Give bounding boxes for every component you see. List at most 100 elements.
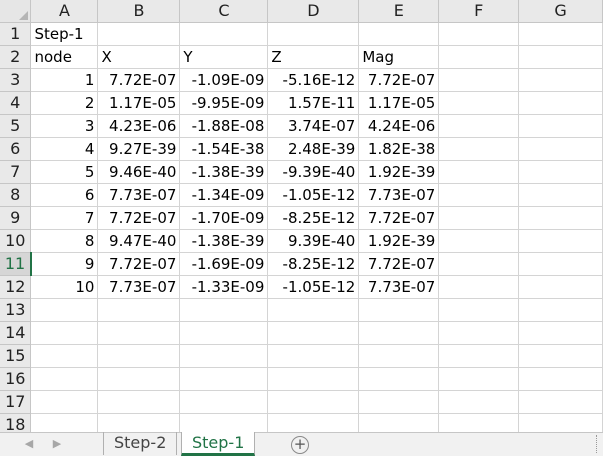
cell-b1[interactable] xyxy=(97,22,181,46)
cell-d9[interactable]: -8.25E-12 xyxy=(267,206,360,230)
cell-f6[interactable] xyxy=(438,137,520,161)
cell-f4[interactable] xyxy=(438,91,520,115)
cell-a15[interactable] xyxy=(30,344,99,368)
cell-c3[interactable]: -1.09E-09 xyxy=(179,68,269,92)
cell-a5[interactable]: 3 xyxy=(30,114,99,138)
cell-c8[interactable]: -1.34E-09 xyxy=(179,183,269,207)
cell-f9[interactable] xyxy=(438,206,520,230)
cell-g3[interactable] xyxy=(518,68,603,92)
cell-g4[interactable] xyxy=(518,91,603,115)
row-header[interactable]: 11 xyxy=(0,252,32,276)
cell-e1[interactable] xyxy=(358,22,440,46)
row-header[interactable]: 4 xyxy=(0,91,32,115)
row-header[interactable]: 1 xyxy=(0,22,32,46)
cell-c6[interactable]: -1.54E-38 xyxy=(179,137,269,161)
cell-f13[interactable] xyxy=(438,298,520,322)
cell-d13[interactable] xyxy=(267,298,360,322)
cell-g11[interactable] xyxy=(518,252,603,276)
cell-c2[interactable]: Y xyxy=(179,45,269,69)
cell-e17[interactable] xyxy=(358,390,440,414)
tab-splitter-handle[interactable] xyxy=(596,435,599,453)
cell-d4[interactable]: 1.57E-11 xyxy=(267,91,360,115)
cell-e10[interactable]: 1.92E-39 xyxy=(358,229,440,253)
cell-f1[interactable] xyxy=(438,22,520,46)
cell-f14[interactable] xyxy=(438,321,520,345)
row-header[interactable]: 12 xyxy=(0,275,32,299)
cell-f5[interactable] xyxy=(438,114,520,138)
cell-a1[interactable]: Step-1 xyxy=(30,22,99,46)
cell-d17[interactable] xyxy=(267,390,360,414)
row-header[interactable]: 8 xyxy=(0,183,32,207)
cell-e7[interactable]: 1.92E-39 xyxy=(358,160,440,184)
row-header[interactable]: 6 xyxy=(0,137,32,161)
cell-a17[interactable] xyxy=(30,390,99,414)
cell-a16[interactable] xyxy=(30,367,99,391)
cell-c14[interactable] xyxy=(179,321,269,345)
cell-a2[interactable]: node xyxy=(30,45,99,69)
cell-d12[interactable]: -1.05E-12 xyxy=(267,275,360,299)
cell-c9[interactable]: -1.70E-09 xyxy=(179,206,269,230)
cell-a7[interactable]: 5 xyxy=(30,160,99,184)
column-header-a[interactable]: A xyxy=(30,0,99,23)
cell-a3[interactable]: 1 xyxy=(30,68,99,92)
cell-b10[interactable]: 9.47E-40 xyxy=(97,229,181,253)
cell-f17[interactable] xyxy=(438,390,520,414)
cell-e16[interactable] xyxy=(358,367,440,391)
cell-e2[interactable]: Mag xyxy=(358,45,440,69)
cell-e13[interactable] xyxy=(358,298,440,322)
cell-e4[interactable]: 1.17E-05 xyxy=(358,91,440,115)
column-header-f[interactable]: F xyxy=(438,0,520,23)
cell-f12[interactable] xyxy=(438,275,520,299)
cell-e3[interactable]: 7.72E-07 xyxy=(358,68,440,92)
cell-e15[interactable] xyxy=(358,344,440,368)
cell-a4[interactable]: 2 xyxy=(30,91,99,115)
column-header-g[interactable]: G xyxy=(518,0,603,23)
cell-b5[interactable]: 4.23E-06 xyxy=(97,114,181,138)
cell-a11[interactable]: 9 xyxy=(30,252,99,276)
spreadsheet-grid[interactable]: ABCDEFG 1 Step-1 2 node X Y Z Mag 3 1 7.72E-07 -1.0… xyxy=(0,0,603,437)
column-header-c[interactable]: C xyxy=(179,0,269,23)
cell-c5[interactable]: -1.88E-08 xyxy=(179,114,269,138)
cell-g1[interactable] xyxy=(518,22,603,46)
scroll-right-icon[interactable]: ▶ xyxy=(50,436,64,452)
column-header-d[interactable]: D xyxy=(267,0,360,23)
cell-g5[interactable] xyxy=(518,114,603,138)
scroll-left-icon[interactable]: ◀ xyxy=(22,436,36,452)
cell-d1[interactable] xyxy=(267,22,360,46)
cell-e12[interactable]: 7.73E-07 xyxy=(358,275,440,299)
cell-a9[interactable]: 7 xyxy=(30,206,99,230)
sheet-tab-step-2[interactable]: Step-2 xyxy=(103,432,178,455)
cell-b8[interactable]: 7.73E-07 xyxy=(97,183,181,207)
cell-c4[interactable]: -9.95E-09 xyxy=(179,91,269,115)
cell-d7[interactable]: -9.39E-40 xyxy=(267,160,360,184)
row-header[interactable]: 5 xyxy=(0,114,32,138)
cell-c17[interactable] xyxy=(179,390,269,414)
cell-e9[interactable]: 7.72E-07 xyxy=(358,206,440,230)
cell-d2[interactable]: Z xyxy=(267,45,360,69)
cell-b9[interactable]: 7.72E-07 xyxy=(97,206,181,230)
cell-b6[interactable]: 9.27E-39 xyxy=(97,137,181,161)
cell-b12[interactable]: 7.73E-07 xyxy=(97,275,181,299)
cell-g13[interactable] xyxy=(518,298,603,322)
cell-g7[interactable] xyxy=(518,160,603,184)
cell-a12[interactable]: 10 xyxy=(30,275,99,299)
row-header[interactable]: 17 xyxy=(0,390,32,414)
cell-e14[interactable] xyxy=(358,321,440,345)
cell-g10[interactable] xyxy=(518,229,603,253)
add-sheet-icon[interactable]: + xyxy=(291,436,309,454)
cell-c12[interactable]: -1.33E-09 xyxy=(179,275,269,299)
cell-g14[interactable] xyxy=(518,321,603,345)
cell-c10[interactable]: -1.38E-39 xyxy=(179,229,269,253)
cell-f2[interactable] xyxy=(438,45,520,69)
cell-e6[interactable]: 1.82E-38 xyxy=(358,137,440,161)
cell-f15[interactable] xyxy=(438,344,520,368)
row-header[interactable]: 14 xyxy=(0,321,32,345)
cell-a8[interactable]: 6 xyxy=(30,183,99,207)
cell-e8[interactable]: 7.73E-07 xyxy=(358,183,440,207)
cell-b15[interactable] xyxy=(97,344,181,368)
cell-b7[interactable]: 9.46E-40 xyxy=(97,160,181,184)
cell-b13[interactable] xyxy=(97,298,181,322)
cell-a6[interactable]: 4 xyxy=(30,137,99,161)
cell-d14[interactable] xyxy=(267,321,360,345)
cell-g2[interactable] xyxy=(518,45,603,69)
